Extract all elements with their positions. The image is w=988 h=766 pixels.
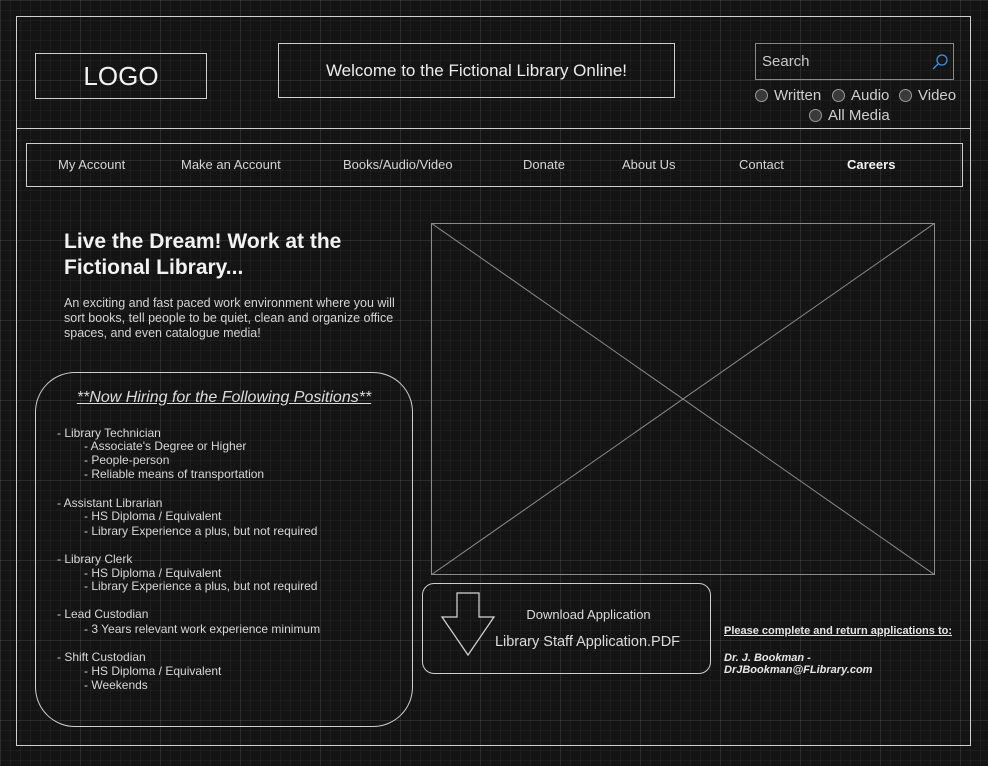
contact-info: Dr. J. Bookman - DrJBookman@FLibrary.com xyxy=(724,652,924,676)
nav-books-audio-video[interactable]: Books/Audio/Video xyxy=(343,157,453,172)
download-title: Download Application xyxy=(526,607,651,622)
position-requirement: - HS Diploma / Equivalent xyxy=(84,566,222,580)
position-title: - Library Clerk xyxy=(57,552,133,566)
position-title: - Lead Custodian xyxy=(57,607,149,621)
position-requirement: - Weekends xyxy=(84,678,148,692)
radio-dot xyxy=(809,109,822,122)
page-headline: Live the Dream! Work at the Fictional Li… xyxy=(64,230,342,279)
logo-text: LOGO xyxy=(83,60,159,91)
position-requirement: - 3 Years relevant work experience minim… xyxy=(84,622,321,636)
hiring-title: **Now Hiring for the Following Positions… xyxy=(76,389,372,406)
search-icon[interactable] xyxy=(931,53,949,71)
filter-all-media-radio[interactable]: All Media xyxy=(809,107,890,124)
nav-contact[interactable]: Contact xyxy=(739,157,784,172)
position-title: - Assistant Librarian xyxy=(57,496,163,510)
contact-name: Dr. J. Bookman - xyxy=(724,652,811,664)
header-divider xyxy=(16,128,971,129)
filter-written-radio[interactable]: Written xyxy=(755,87,821,104)
logo[interactable]: LOGO xyxy=(35,53,207,99)
nav-careers[interactable]: Careers xyxy=(847,157,895,172)
nav-donate[interactable]: Donate xyxy=(523,157,565,172)
radio-dot xyxy=(755,89,768,102)
nav-bar xyxy=(26,143,963,187)
nav-my-account[interactable]: My Account xyxy=(58,157,125,172)
position-requirement: - Library Experience a plus, but not req… xyxy=(84,524,318,538)
download-file-link[interactable]: Library Staff Application.PDF xyxy=(490,634,685,650)
radio-dot xyxy=(832,89,845,102)
welcome-banner: Welcome to the Fictional Library Online! xyxy=(278,43,675,98)
position-requirement: - Library Experience a plus, but not req… xyxy=(84,579,318,593)
intro-text: An exciting and fast paced work environm… xyxy=(64,296,395,340)
position-title: - Library Technician xyxy=(57,426,161,440)
nav-about-us[interactable]: About Us xyxy=(622,157,675,172)
position-title: - Shift Custodian xyxy=(57,650,146,664)
filter-label: Written xyxy=(774,87,822,104)
filter-label: Video xyxy=(918,87,957,104)
contact-email[interactable]: DrJBookman@FLibrary.com xyxy=(724,664,924,676)
application-note: Please complete and return applications … xyxy=(724,625,952,637)
position-requirement: - Reliable means of transportation xyxy=(84,467,265,481)
position-requirement: - Associate's Degree or Higher xyxy=(84,439,247,453)
filter-video-radio[interactable]: Video xyxy=(899,87,956,104)
welcome-text: Welcome to the Fictional Library Online! xyxy=(325,60,628,80)
download-arrow-icon[interactable] xyxy=(441,592,495,657)
position-requirement: - People-person xyxy=(84,453,170,467)
image-placeholder-icon xyxy=(431,223,935,575)
filter-audio-radio[interactable]: Audio xyxy=(832,87,889,104)
search-input[interactable] xyxy=(760,52,924,71)
position-requirement: - HS Diploma / Equivalent xyxy=(84,664,222,678)
position-requirement: - HS Diploma / Equivalent xyxy=(84,509,222,523)
filter-label: All Media xyxy=(828,107,890,124)
filter-label: Audio xyxy=(851,87,890,104)
search-box[interactable] xyxy=(755,43,954,80)
nav-make-an-account[interactable]: Make an Account xyxy=(181,157,281,172)
radio-dot xyxy=(899,89,912,102)
